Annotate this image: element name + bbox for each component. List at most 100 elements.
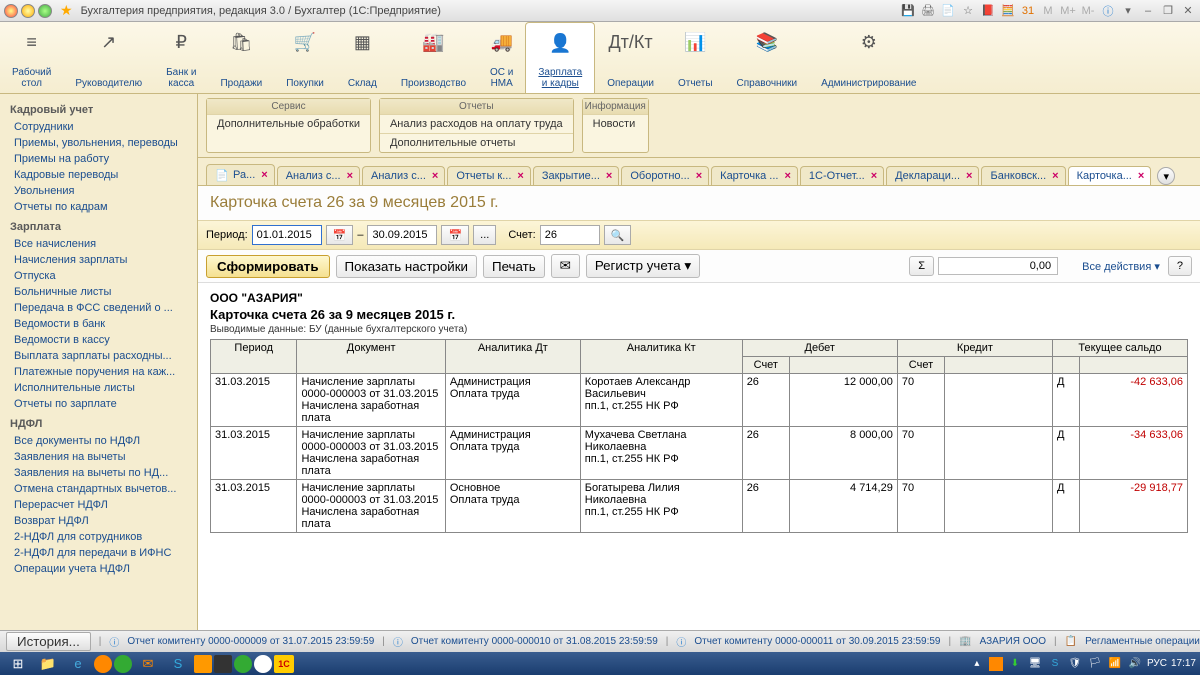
panel-reports-item-0[interactable]: Анализ расходов на оплату труда	[380, 114, 573, 133]
print-icon[interactable]: 🖨	[920, 3, 936, 19]
tab-close-icon[interactable]: ×	[515, 170, 525, 182]
sidebar-item[interactable]: Начисления зарплаты	[0, 252, 197, 268]
sb-link-0[interactable]: Отчет комитенту 0000-000009 от 31.07.201…	[127, 636, 374, 647]
tray-sound-icon[interactable]: 🔊	[1127, 656, 1143, 672]
tab-close-icon[interactable]: ×	[782, 170, 792, 182]
register-button[interactable]: Регистр учета ▾	[586, 254, 700, 278]
panel-info-item[interactable]: Новости	[583, 114, 648, 133]
nav-item-8[interactable]: 👤Зарплатаи кадры	[525, 22, 595, 93]
tab-close-icon[interactable]: ×	[1136, 170, 1146, 182]
tray-network-icon[interactable]: 📶	[1107, 656, 1123, 672]
date-to-input[interactable]	[367, 225, 437, 245]
favorite-icon[interactable]: ★	[60, 2, 73, 19]
sidebar-item[interactable]: Отчеты по кадрам	[0, 199, 197, 215]
sb-link-1[interactable]: Отчет комитенту 0000-000010 от 31.08.201…	[411, 636, 658, 647]
sidebar-item[interactable]: Сотрудники	[0, 119, 197, 135]
tb-outlook-icon[interactable]: ✉	[134, 654, 162, 674]
sb-link-4[interactable]: Регламентные операции	[1085, 636, 1200, 647]
sidebar-item[interactable]: Возврат НДФЛ	[0, 513, 197, 529]
save-icon[interactable]: 💾	[900, 3, 916, 19]
tab-close-icon[interactable]: ×	[694, 170, 704, 182]
sidebar-item[interactable]: Приемы, увольнения, переводы	[0, 135, 197, 151]
date-to-cal-icon[interactable]: 📅	[441, 225, 469, 245]
tab-0[interactable]: 📄Ра...×	[206, 164, 275, 185]
sidebar-item[interactable]: Исполнительные листы	[0, 380, 197, 396]
tab-close-icon[interactable]: ×	[1050, 170, 1060, 182]
tray-ic-6[interactable]: 🏳	[1087, 656, 1103, 672]
tabs-overflow-button[interactable]: ▾	[1157, 167, 1175, 185]
close-dot[interactable]	[4, 4, 18, 18]
table-row[interactable]: 31.03.2015Начисление зарплаты 0000-00000…	[211, 374, 1188, 427]
nav-item-6[interactable]: 🏭Производство	[389, 22, 478, 93]
show-settings-button[interactable]: Показать настройки	[336, 255, 477, 278]
sidebar-item[interactable]: Заявления на вычеты по НД...	[0, 465, 197, 481]
tb-app6-icon[interactable]	[254, 655, 272, 673]
sidebar-item[interactable]: Выплата зарплаты расходны...	[0, 348, 197, 364]
m-icon[interactable]: M	[1040, 3, 1056, 19]
minimize-dot[interactable]	[21, 4, 35, 18]
sidebar-item[interactable]: Передача в ФСС сведений о ...	[0, 300, 197, 316]
sidebar-item[interactable]: 2-НДФЛ для сотрудников	[0, 529, 197, 545]
tab-9[interactable]: Банковск...×	[981, 166, 1065, 185]
sidebar-item[interactable]: 2-НДФЛ для передачи в ИФНС	[0, 545, 197, 561]
sidebar-item[interactable]: Отмена стандартных вычетов...	[0, 481, 197, 497]
tab-close-icon[interactable]: ×	[964, 170, 974, 182]
maximize-dot[interactable]	[38, 4, 52, 18]
tb-app3-icon[interactable]	[194, 655, 212, 673]
table-row[interactable]: 31.03.2015Начисление зарплаты 0000-00000…	[211, 427, 1188, 480]
star-icon[interactable]: ☆	[960, 3, 976, 19]
sidebar-item[interactable]: Перерасчет НДФЛ	[0, 497, 197, 513]
tray-up-icon[interactable]: ▴	[969, 656, 985, 672]
all-actions-button[interactable]: Все действия ▾	[1082, 260, 1160, 273]
account-search-icon[interactable]: 🔍	[604, 225, 632, 245]
tab-6[interactable]: Карточка ...×	[711, 166, 798, 185]
tab-close-icon[interactable]: ×	[345, 170, 355, 182]
nav-item-9[interactable]: Дт/КтОперации	[595, 22, 666, 93]
tray-ic-4[interactable]: S	[1047, 656, 1063, 672]
sidebar-item[interactable]: Операции учета НДФЛ	[0, 561, 197, 577]
sum-icon[interactable]: Σ	[909, 256, 934, 276]
sidebar-item[interactable]: Все документы по НДФЛ	[0, 433, 197, 449]
sb-link-3[interactable]: АЗАРИЯ ООО	[980, 636, 1046, 647]
sidebar-item[interactable]: Больничные листы	[0, 284, 197, 300]
tb-app2-icon[interactable]	[114, 655, 132, 673]
tray-lang[interactable]: РУС	[1147, 658, 1167, 669]
tb-explorer-icon[interactable]: 📁	[34, 654, 62, 674]
nav-item-1[interactable]: ↗Руководителю	[63, 22, 154, 93]
date-from-cal-icon[interactable]: 📅	[326, 225, 354, 245]
history-button[interactable]: История...	[6, 632, 91, 651]
tab-8[interactable]: Деклараци...×	[886, 166, 979, 185]
tab-close-icon[interactable]: ×	[604, 170, 614, 182]
win-restore-icon[interactable]: ❐	[1160, 3, 1176, 19]
tab-7[interactable]: 1С-Отчет...×	[800, 166, 884, 185]
info-icon[interactable]: ⓘ	[1100, 3, 1116, 19]
panel-service-item[interactable]: Дополнительные обработки	[207, 114, 370, 133]
nav-item-0[interactable]: ≡Рабочийстол	[0, 22, 63, 93]
calendar-icon[interactable]: 31	[1020, 3, 1036, 19]
tab-5[interactable]: Оборотно...×	[621, 166, 709, 185]
nav-item-4[interactable]: 🛒Покупки	[274, 22, 336, 93]
win-close-icon[interactable]: ✕	[1180, 3, 1196, 19]
tray-ic-1[interactable]	[989, 657, 1003, 671]
nav-item-3[interactable]: 🛍Продажи	[208, 22, 274, 93]
tb-app4-icon[interactable]	[214, 655, 232, 673]
m-plus-icon[interactable]: M+	[1060, 3, 1076, 19]
tab-10[interactable]: Карточка...×	[1068, 166, 1152, 185]
tab-4[interactable]: Закрытие...×	[533, 166, 620, 185]
sidebar-item[interactable]: Приемы на работу	[0, 151, 197, 167]
date-from-input[interactable]	[252, 225, 322, 245]
tab-close-icon[interactable]: ×	[259, 169, 269, 181]
form-button[interactable]: Сформировать	[206, 255, 330, 278]
tb-app1-icon[interactable]	[94, 655, 112, 673]
tb-ie-icon[interactable]: e	[64, 654, 92, 674]
m-minus-icon[interactable]: M-	[1080, 3, 1096, 19]
tb-skype-icon[interactable]: S	[164, 654, 192, 674]
doc-icon[interactable]: 📄	[940, 3, 956, 19]
sidebar-item[interactable]: Все начисления	[0, 236, 197, 252]
win-minimize-icon[interactable]: –	[1140, 3, 1156, 19]
date-ellipsis-button[interactable]: ...	[473, 225, 496, 245]
sidebar-item[interactable]: Отпуска	[0, 268, 197, 284]
sidebar-item[interactable]: Увольнения	[0, 183, 197, 199]
tab-1[interactable]: Анализ с...×	[277, 166, 360, 185]
dropdown-icon[interactable]: ▾	[1120, 3, 1136, 19]
